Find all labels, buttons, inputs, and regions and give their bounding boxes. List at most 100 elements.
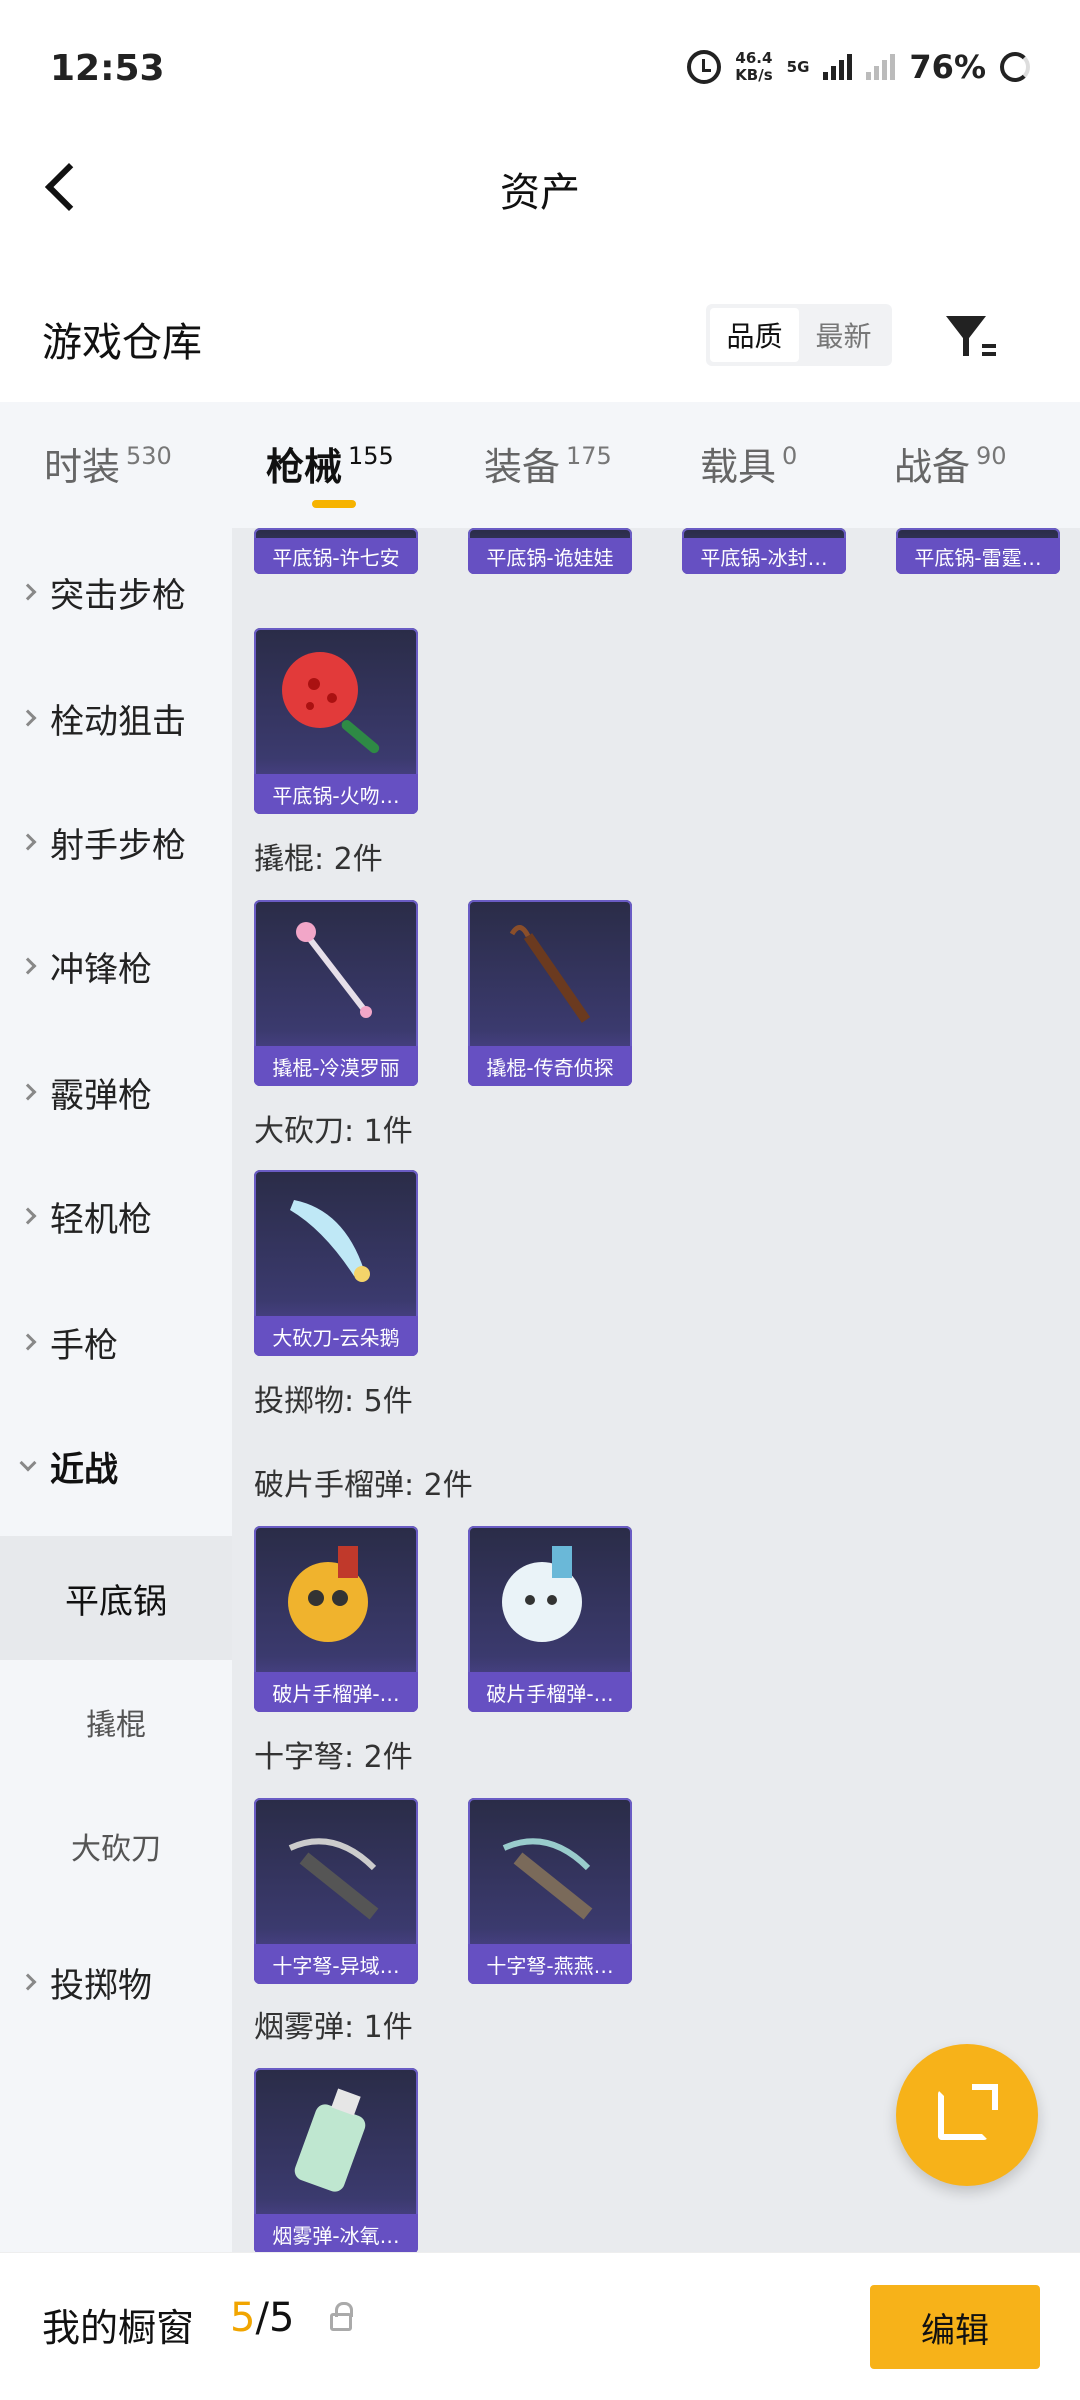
tab-count: 155 — [348, 442, 394, 470]
machete-icon — [290, 1200, 370, 1282]
filter-icon[interactable] — [940, 308, 996, 364]
item-card-label: 破片手榴弹-… — [254, 1672, 418, 1712]
tab-equipment[interactable]: 装备 175 — [484, 436, 612, 491]
sidebar-item-assault-rifle[interactable]: 突击步枪 — [0, 552, 232, 632]
sidebar-sub-crowbar[interactable]: 撬棍 — [0, 1660, 232, 1784]
network-type: 5G — [787, 58, 810, 76]
item-card[interactable]: 大砍刀-云朵鹅 — [254, 1170, 418, 1356]
sidebar-item-label: 射手步枪 — [50, 825, 186, 866]
item-card[interactable]: 平底锅-冰封… — [682, 528, 846, 574]
chevron-right-icon — [19, 833, 37, 851]
item-card-label: 平底锅-诡娃娃 — [468, 538, 632, 574]
section-title: 烟雾弹: 1件 — [254, 2010, 413, 2045]
sort-toggle: 品质 最新 — [706, 304, 892, 366]
item-card[interactable]: 破片手榴弹-… — [254, 1526, 418, 1712]
sidebar-item-marksman-rifle[interactable]: 射手步枪 — [0, 802, 232, 882]
tab-active-indicator — [312, 500, 356, 508]
item-card[interactable]: 十字弩-异域… — [254, 1798, 418, 1984]
smoke-grenade-icon — [294, 2088, 366, 2192]
warehouse-header: 游戏仓库 品质 最新 — [0, 290, 1080, 400]
item-card[interactable]: 撬棍-冷漠罗丽 — [254, 900, 418, 1086]
sidebar-sub-machete[interactable]: 大砍刀 — [0, 1784, 232, 1908]
share-button[interactable] — [896, 2044, 1038, 2186]
sidebar-item-shotgun[interactable]: 霰弹枪 — [0, 1052, 232, 1132]
tab-supplies[interactable]: 战备 90 — [894, 436, 1007, 491]
weapon-type-sidebar: 突击步枪 栓动狙击 射手步枪 冲锋枪 霰弹枪 轻机枪 手枪 近战 平底锅 撬棍 … — [0, 528, 232, 2252]
item-card[interactable]: 十字弩-燕燕… — [468, 1798, 632, 1984]
chevron-down-icon — [19, 1454, 37, 1472]
network-speed: 46.4 KB/s — [735, 50, 772, 84]
sidebar-item-label: 投掷物 — [50, 1965, 152, 2006]
item-card[interactable]: 烟雾弹-冰氧… — [254, 2068, 418, 2252]
item-card[interactable]: 撬棍-传奇侦探 — [468, 900, 632, 1086]
tab-count: 530 — [126, 442, 172, 470]
chevron-right-icon — [19, 709, 37, 727]
network-speed-unit: KB/s — [735, 66, 773, 84]
chevron-right-icon — [19, 957, 37, 975]
showcase-separator: / — [255, 2295, 269, 2341]
item-card-label: 平底锅-冰封… — [682, 538, 846, 574]
sidebar-item-label: 冲锋枪 — [50, 949, 152, 990]
item-card[interactable]: 平底锅-诡娃娃 — [468, 528, 632, 574]
grenade-icon — [502, 1546, 582, 1642]
chevron-right-icon — [19, 583, 37, 601]
showcase-current: 5 — [230, 2295, 256, 2341]
chevron-right-icon — [19, 1973, 37, 1991]
tab-count: 0 — [782, 442, 798, 470]
battery-icon — [1000, 52, 1030, 82]
item-card-label: 烟雾弹-冰氧… — [254, 2214, 418, 2252]
sidebar-item-label: 轻机枪 — [50, 1199, 152, 1240]
nav-bar: 资产 — [0, 140, 1080, 240]
status-icons: 46.4 KB/s 5G 76% — [687, 48, 1030, 86]
showcase-count: 5/5 — [230, 2295, 294, 2341]
item-card[interactable]: 破片手榴弹-… — [468, 1526, 632, 1712]
category-tabs: 时装 530 枪械 155 装备 175 载具 0 战备 90 — [0, 402, 1080, 528]
tab-label: 载具 — [700, 445, 777, 489]
item-card-label: 大砍刀-云朵鹅 — [254, 1316, 418, 1356]
sidebar-item-pistol[interactable]: 手枪 — [0, 1302, 232, 1382]
section-title: 十字弩: 2件 — [254, 1740, 413, 1775]
crossbow-icon — [502, 1838, 593, 1920]
warehouse-title: 游戏仓库 — [42, 320, 202, 366]
sort-quality-button[interactable]: 品质 — [710, 308, 799, 362]
tab-label: 装备 — [484, 445, 561, 489]
item-card-label: 撬棍-冷漠罗丽 — [254, 1046, 418, 1086]
sidebar-sub-pan[interactable]: 平底锅 — [0, 1536, 232, 1660]
sidebar-item-throwables[interactable]: 投掷物 — [0, 1942, 232, 2022]
sort-newest-button[interactable]: 最新 — [799, 308, 888, 362]
chevron-right-icon — [19, 1207, 37, 1225]
item-grid: 平底锅-许七安 平底锅-诡娃娃 平底锅-冰封… 平底锅-雷霆… 平底锅-火吻… … — [232, 528, 1080, 2252]
item-card[interactable]: 平底锅-火吻… — [254, 628, 418, 814]
tab-fashion[interactable]: 时装 530 — [44, 436, 172, 491]
sidebar-item-label: 突击步枪 — [50, 575, 186, 616]
sidebar-item-bolt-sniper[interactable]: 栓动狙击 — [0, 678, 232, 758]
edit-button[interactable]: 编辑 — [870, 2285, 1040, 2369]
item-card[interactable]: 平底锅-雷霆… — [896, 528, 1060, 574]
alarm-icon — [687, 50, 722, 84]
showcase-bar: 我的橱窗 5/5 编辑 — [0, 2252, 1080, 2400]
sidebar-item-label: 栓动狙击 — [50, 701, 186, 742]
status-time: 12:53 — [50, 48, 165, 89]
chevron-right-icon — [19, 1333, 37, 1351]
grenade-icon — [288, 1546, 368, 1642]
tab-vehicles[interactable]: 载具 0 — [700, 436, 797, 491]
showcase-label: 我的橱窗 — [42, 2306, 195, 2350]
tab-label: 枪械 — [266, 445, 343, 489]
frying-pan-icon — [282, 652, 380, 754]
item-card-label: 平底锅-许七安 — [254, 538, 418, 574]
lock-icon — [330, 2302, 353, 2331]
sidebar-item-lmg[interactable]: 轻机枪 — [0, 1176, 232, 1256]
sidebar-item-label: 近战 — [50, 1449, 118, 1490]
status-bar: 12:53 46.4 KB/s 5G 76% — [0, 0, 1080, 140]
tab-guns[interactable]: 枪械 155 — [266, 436, 394, 508]
showcase-total: 5 — [268, 2295, 295, 2341]
item-card-label: 撬棍-传奇侦探 — [468, 1046, 632, 1086]
sidebar-item-melee[interactable]: 近战 — [0, 1426, 232, 1506]
battery-level: 76% — [909, 48, 986, 86]
item-card-label: 十字弩-异域… — [254, 1944, 418, 1984]
sidebar-item-smg[interactable]: 冲锋枪 — [0, 926, 232, 1006]
sidebar-item-label: 霰弹枪 — [50, 1075, 152, 1116]
item-card-label: 平底锅-雷霆… — [896, 538, 1060, 574]
tab-label: 时装 — [44, 445, 121, 489]
item-card[interactable]: 平底锅-许七安 — [254, 528, 418, 574]
